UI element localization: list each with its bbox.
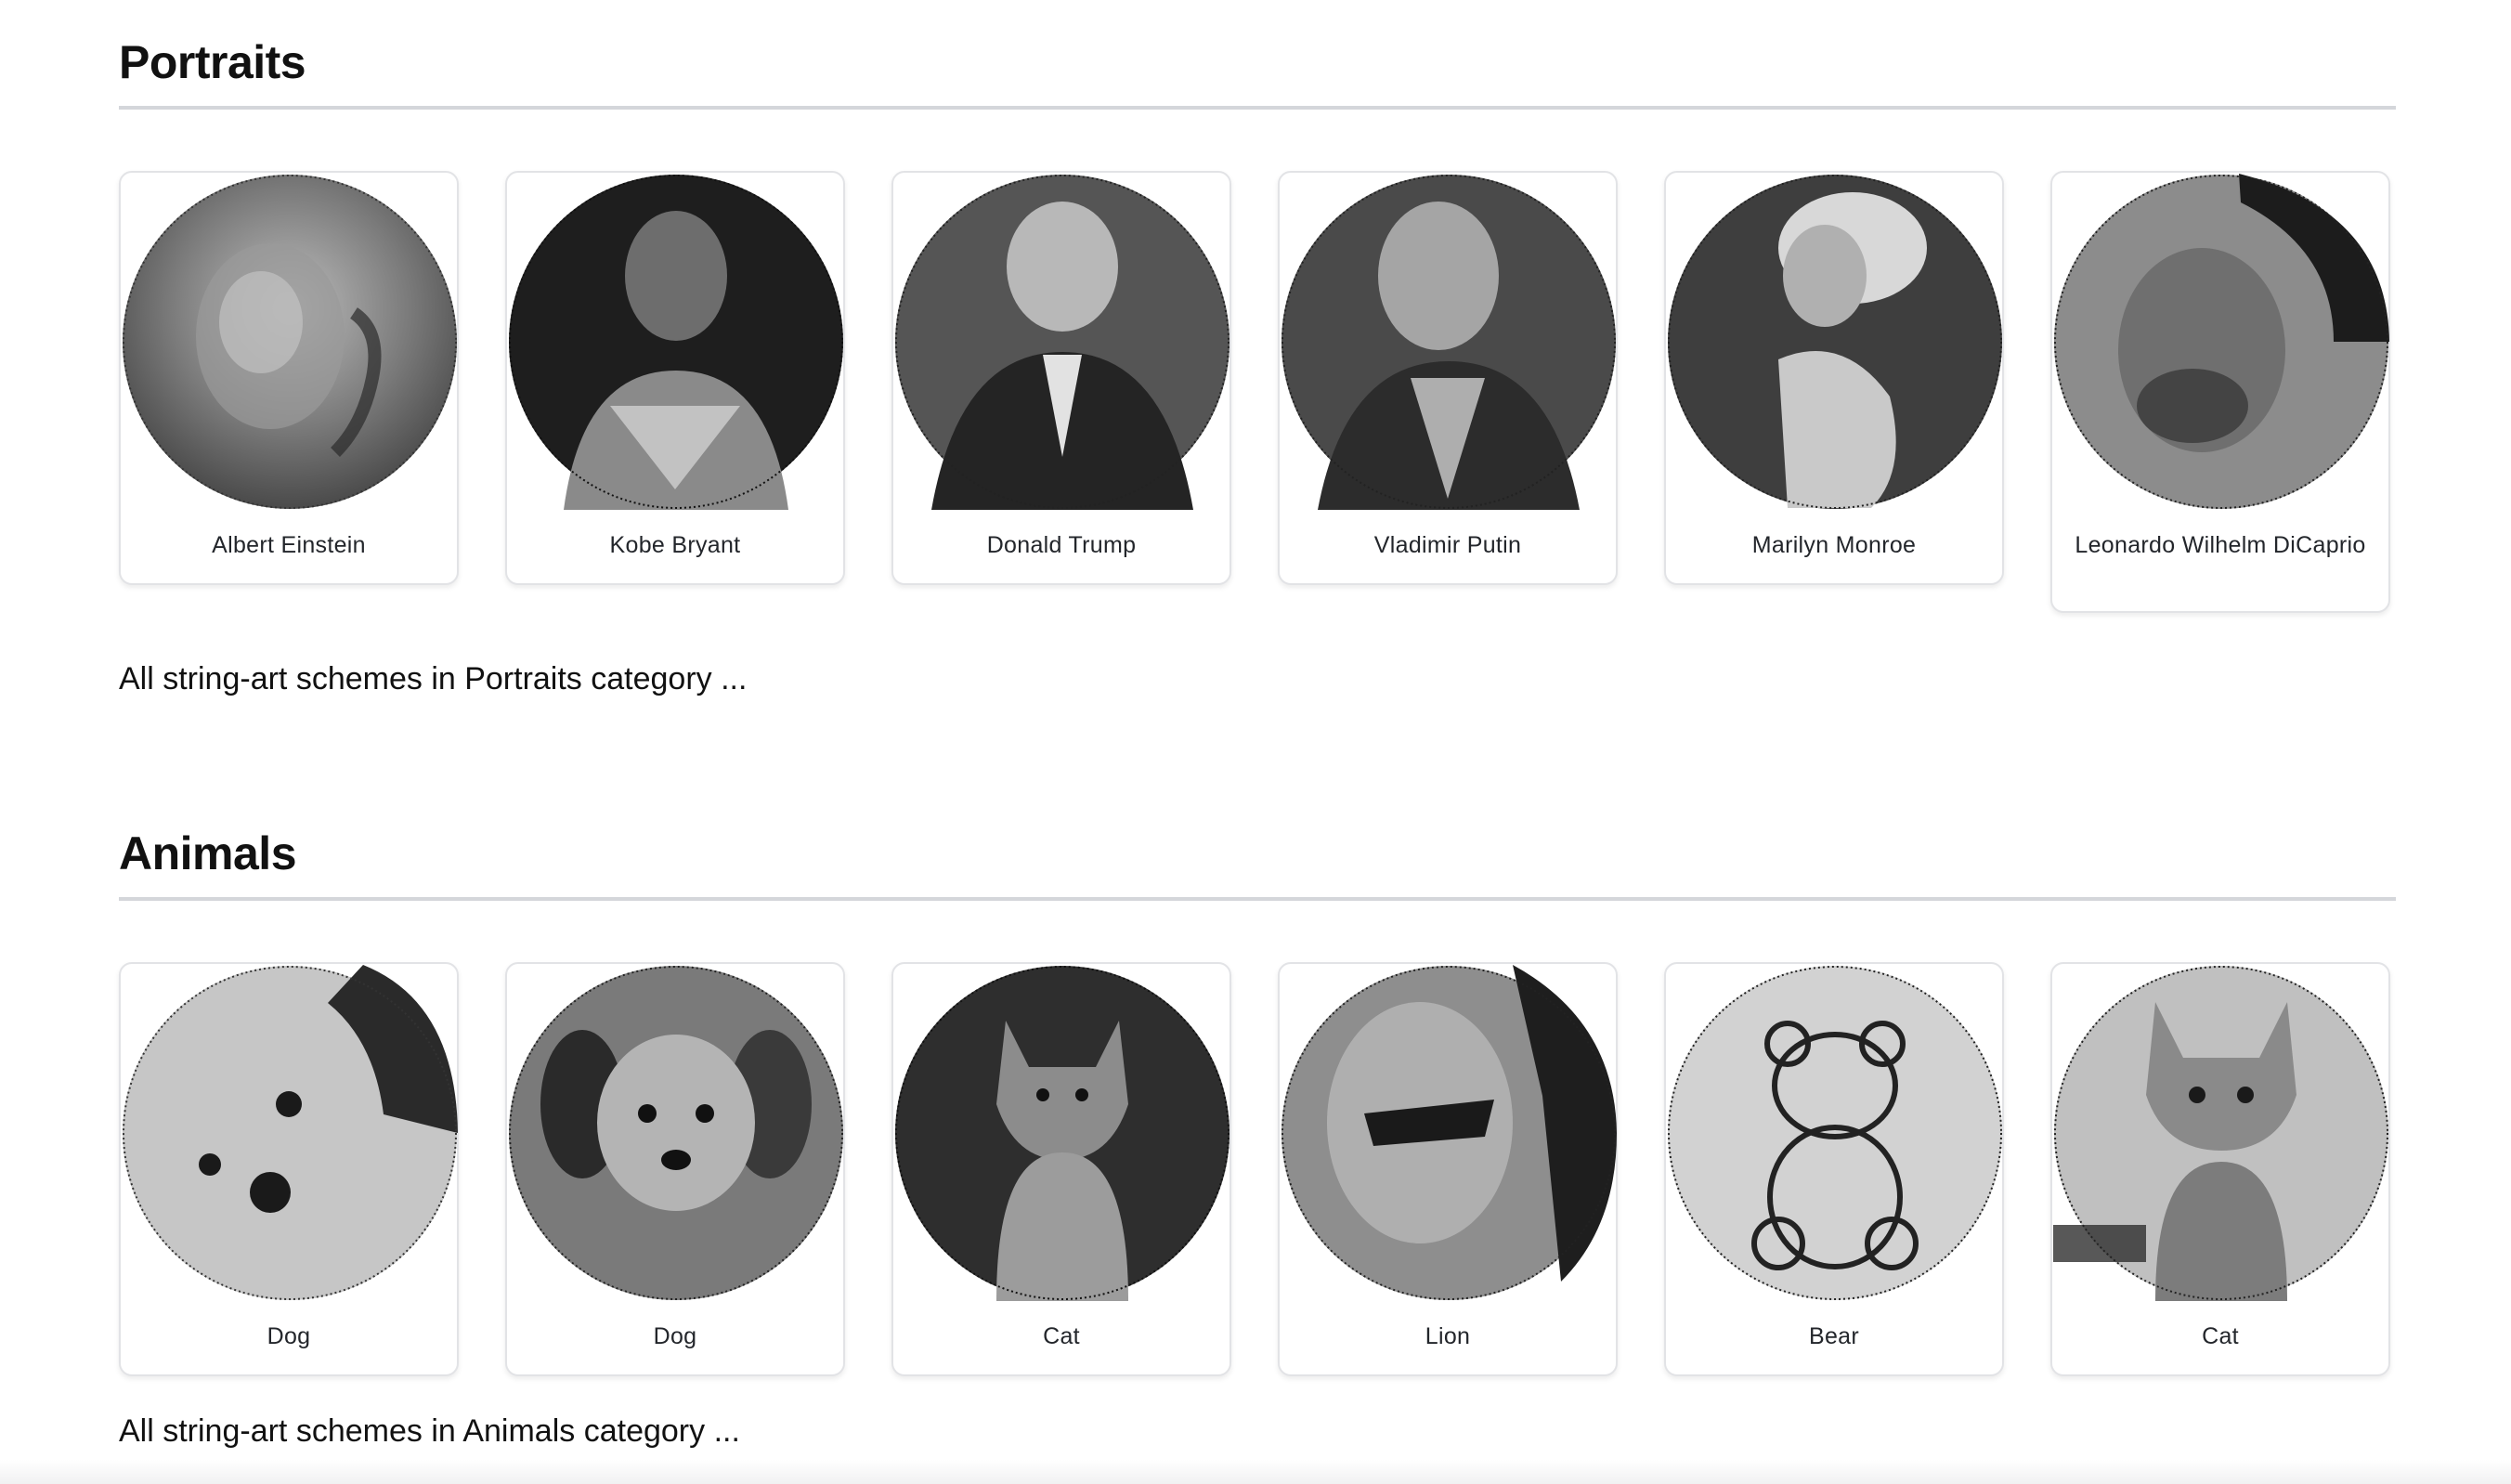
scheme-card[interactable]: Bear xyxy=(1664,962,2004,1376)
card-label: Albert Einstein xyxy=(212,532,366,558)
scheme-card[interactable]: Vladimir Putin xyxy=(1278,171,1618,585)
scheme-card[interactable]: Kobe Bryant xyxy=(505,171,845,585)
string-art-animal-icon xyxy=(2053,966,2388,1301)
string-art-animal-icon xyxy=(123,965,458,1300)
section-divider xyxy=(119,897,2396,901)
card-label: Cat xyxy=(1043,1323,1080,1349)
scheme-card[interactable]: Donald Trump xyxy=(891,171,1231,585)
string-art-animal-icon xyxy=(1668,966,2002,1300)
card-label: Donald Trump xyxy=(986,532,1137,558)
card-label: Dog xyxy=(267,1323,311,1349)
page: Portraits Albert Einstein Kobe Bryant Do… xyxy=(0,0,2511,1484)
see-all-animals-link[interactable]: All string-art schemes in Animals catego… xyxy=(119,1413,740,1450)
string-art-portrait-icon xyxy=(2054,174,2389,509)
string-art-portrait-icon xyxy=(123,175,457,509)
section-animals: Animals Dog Dog Cat Lion Bear Cat All st… xyxy=(119,828,2396,1460)
scheme-card[interactable]: Dog xyxy=(505,962,845,1376)
card-label: Marilyn Monroe xyxy=(1751,532,1917,558)
scheme-card[interactable]: Albert Einstein xyxy=(119,171,459,585)
card-label: Lion xyxy=(1425,1323,1471,1349)
card-label: Dog xyxy=(653,1323,697,1349)
card-row: Dog Dog Cat Lion Bear Cat xyxy=(119,962,2396,1389)
string-art-animal-icon xyxy=(895,966,1229,1301)
card-row: Albert Einstein Kobe Bryant Donald Trump… xyxy=(119,171,2396,613)
bottom-fade xyxy=(0,1460,2511,1484)
scheme-card[interactable]: Marilyn Monroe xyxy=(1664,171,2004,585)
scheme-card[interactable]: Cat xyxy=(2050,962,2390,1376)
see-all-portraits-link[interactable]: All string-art schemes in Portraits cate… xyxy=(119,661,747,697)
section-title: Animals xyxy=(119,827,297,879)
string-art-animal-icon xyxy=(1282,965,1617,1300)
scheme-card[interactable]: Cat xyxy=(891,962,1231,1376)
scheme-card[interactable]: Leonardo Wilhelm DiCaprio xyxy=(2050,171,2390,613)
string-art-portrait-icon xyxy=(1668,175,2002,509)
string-art-portrait-icon xyxy=(509,175,843,510)
string-art-portrait-icon xyxy=(1282,175,1616,510)
card-label: Bear xyxy=(1808,1323,1859,1349)
section-title: Portraits xyxy=(119,36,306,88)
string-art-animal-icon xyxy=(509,966,843,1300)
string-art-portrait-icon xyxy=(895,175,1229,510)
scheme-card[interactable]: Lion xyxy=(1278,962,1618,1376)
section-divider xyxy=(119,106,2396,110)
scheme-card[interactable]: Dog xyxy=(119,962,459,1376)
section-portraits: Portraits Albert Einstein Kobe Bryant Do… xyxy=(119,37,2396,715)
card-label: Vladimir Putin xyxy=(1373,532,1522,558)
card-label: Cat xyxy=(2202,1323,2239,1349)
card-label: Kobe Bryant xyxy=(609,532,741,558)
card-label: Leonardo Wilhelm DiCaprio xyxy=(2075,532,2366,558)
